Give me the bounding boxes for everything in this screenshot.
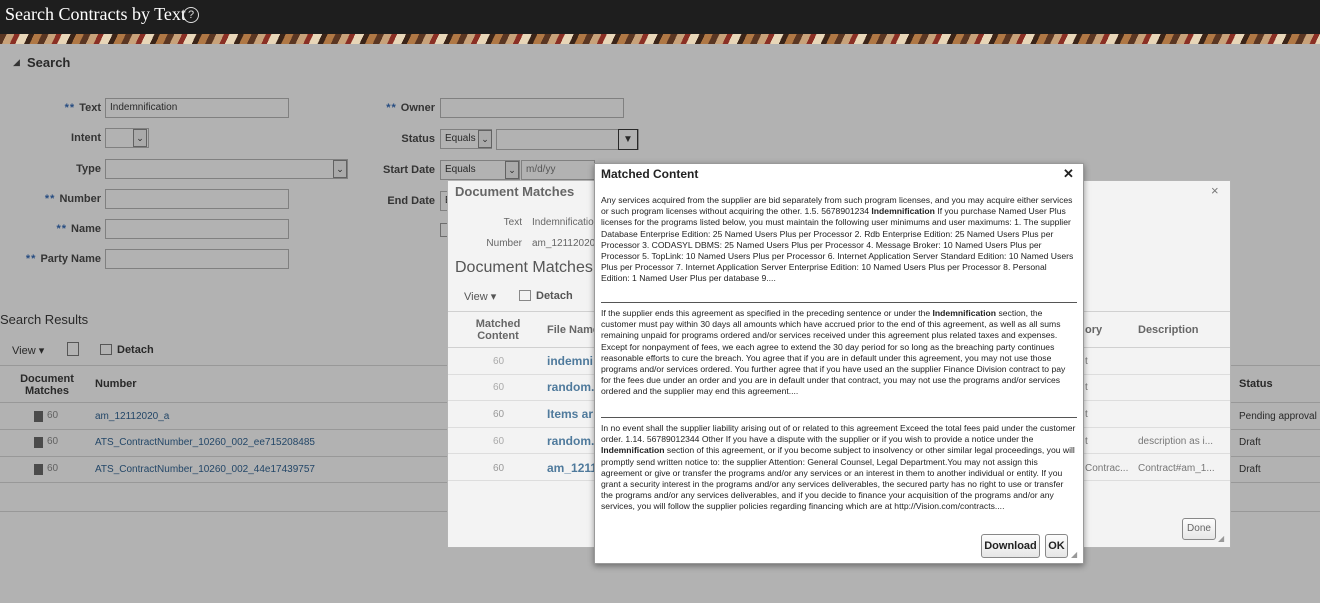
col-category[interactable]: ory <box>1085 324 1102 336</box>
matched-paragraph: Any services acquired from the supplier … <box>601 195 1074 284</box>
paragraph-separator <box>601 302 1077 303</box>
col-matched-content[interactable]: Matched Content <box>470 318 526 342</box>
glasses-icon[interactable]: 60 <box>493 436 504 447</box>
page-title: Search Contracts by Text <box>5 4 186 24</box>
file-name-link[interactable]: random. <box>547 380 594 394</box>
paragraph-separator <box>601 417 1077 418</box>
matched-content-title: Matched Content <box>601 167 699 181</box>
resize-handle-icon[interactable]: ◢ <box>1218 534 1224 543</box>
detach-button[interactable]: Detach <box>536 290 573 302</box>
resize-handle-icon[interactable]: ◢ <box>1071 550 1077 559</box>
close-icon[interactable]: ✕ <box>1063 166 1074 182</box>
text-label: Text <box>503 217 522 228</box>
file-name-link[interactable]: Items ar <box>547 407 593 421</box>
done-button[interactable]: Done <box>1182 518 1216 540</box>
close-icon[interactable]: × <box>1211 183 1219 198</box>
glasses-icon[interactable]: 60 <box>493 409 504 420</box>
description-cell: Contract#am_1... <box>1138 463 1215 474</box>
file-name-link[interactable]: am_1211 <box>547 461 597 475</box>
category-cell: t <box>1085 436 1088 447</box>
text-value: Indemnification <box>532 217 600 228</box>
view-menu[interactable]: View ▾ <box>464 290 496 303</box>
matched-content-dialog: Matched Content ✕ Any services acquired … <box>594 163 1084 564</box>
col-file-name[interactable]: File Name <box>547 324 599 336</box>
number-label: Number <box>486 238 522 249</box>
matched-paragraph: If the supplier ends this agreement as s… <box>601 308 1066 397</box>
download-button[interactable]: Download <box>981 534 1040 558</box>
document-matches-dialog-title: Document Matches <box>455 184 575 199</box>
file-name-link[interactable]: indemni <box>547 354 593 368</box>
file-name-link[interactable]: random. <box>547 434 594 448</box>
detach-icon[interactable] <box>519 290 531 301</box>
decorative-banner <box>0 34 1320 44</box>
ok-button[interactable]: OK <box>1045 534 1068 558</box>
col-description[interactable]: Description <box>1138 324 1199 336</box>
category-cell: t <box>1085 409 1088 420</box>
number-value: am_12112020_ <box>532 238 601 249</box>
matched-paragraph: In no event shall the supplier liability… <box>601 423 1076 512</box>
glasses-icon[interactable]: 60 <box>493 356 504 367</box>
category-cell: Contrac... <box>1085 463 1129 474</box>
help-icon[interactable]: ? <box>183 7 199 23</box>
category-cell: t <box>1085 356 1088 367</box>
glasses-icon[interactable]: 60 <box>493 463 504 474</box>
glasses-icon[interactable]: 60 <box>493 382 504 393</box>
description-cell: description as i... <box>1138 436 1214 447</box>
document-matches-subtitle: Document Matches <box>455 259 593 276</box>
category-cell: t <box>1085 382 1088 393</box>
